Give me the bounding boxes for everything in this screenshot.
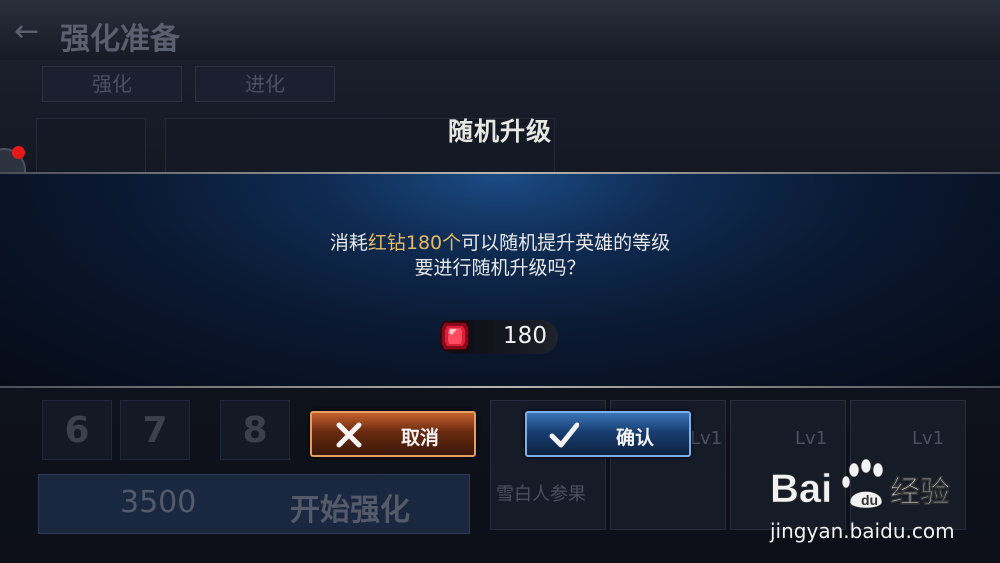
background-card-level: Lv1 — [912, 428, 945, 449]
background-tab-enhance: 强化 — [42, 66, 182, 102]
red-diamond-icon — [440, 318, 470, 354]
background-gold-amount: 3500 — [120, 485, 197, 520]
background-slot-8: 8 — [220, 400, 290, 460]
svg-text:Bai: Bai — [770, 467, 832, 511]
background-card-level: Lv1 — [795, 428, 828, 449]
dialog-message-line2: 要进行随机升级吗？ — [414, 257, 586, 279]
background-tab-evolve: 进化 — [195, 66, 335, 102]
svg-text:du: du — [861, 492, 878, 508]
background-card-level: Lv1 — [690, 428, 723, 449]
checkmark-icon — [549, 420, 580, 450]
dialog-divider-bottom — [0, 386, 1000, 388]
message-highlight: 红钻180个 — [367, 232, 462, 254]
dialog-message: 消耗红钻180个可以随机提升英雄的等级 要进行随机升级吗？ — [0, 231, 1000, 281]
svg-text:经验: 经验 — [890, 475, 950, 510]
background-screen-title: 强化准备 — [60, 22, 180, 57]
back-arrow-icon: ← — [14, 14, 40, 49]
confirm-button-label: 确认 — [615, 427, 654, 449]
cost-value: 180 — [503, 323, 547, 349]
message-prefix: 消耗 — [329, 232, 368, 254]
cancel-button[interactable]: 取消 — [310, 411, 476, 457]
watermark-url: jingyan.baidu.com — [770, 519, 955, 543]
message-suffix: 可以随机提升英雄的等级 — [461, 232, 671, 254]
close-icon — [334, 420, 364, 450]
background-card-name: 雪白人参果 — [496, 484, 586, 505]
confirm-button[interactable]: 确认 — [525, 411, 691, 457]
background-start-label: 开始强化 — [290, 493, 410, 528]
background-slot-6: 6 — [42, 400, 112, 460]
dialog-title: 随机升级 — [447, 117, 552, 146]
dialog-message-line1: 消耗红钻180个可以随机提升英雄的等级 — [0, 231, 1000, 256]
background-slot-7: 7 — [120, 400, 190, 460]
cancel-button-label: 取消 — [400, 427, 439, 449]
baidu-jingyan-logo: Bai du 经验 — [770, 456, 970, 520]
